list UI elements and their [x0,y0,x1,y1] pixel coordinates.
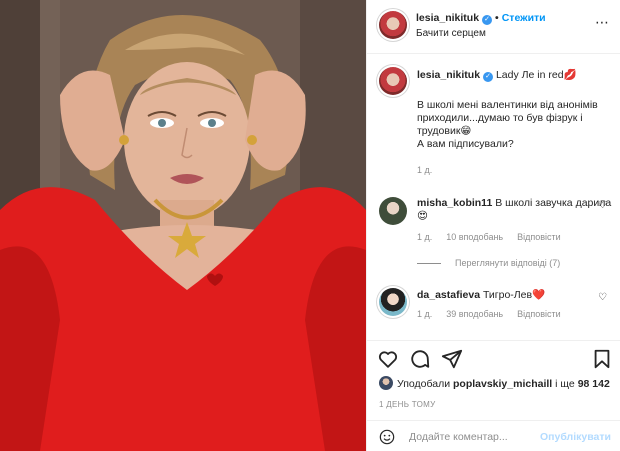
comment-meta: 1 д. 10 вподобань Відповісти [417,232,575,242]
bookmark-icon[interactable] [591,348,613,370]
likes-line: Уподобали poplavskiy_michaill і ще 98 14… [379,376,610,390]
comment-like-heart-icon[interactable]: ♡ [598,292,607,303]
publish-button[interactable]: Опублікувати [540,431,611,443]
liker-username[interactable]: poplavskiy_michaill [453,378,552,390]
author-subtitle[interactable]: Бачити серцем [416,28,486,39]
emoji-icon[interactable] [379,429,395,445]
comment-username[interactable]: da_astafieva [417,289,480,301]
author-avatar[interactable] [379,11,407,39]
comment-text: Тигро-Лев❤️ [482,289,546,301]
comment-icon[interactable] [409,348,431,370]
reply-button[interactable]: Відповісти [517,232,561,242]
likes-prefix: Уподобали [397,378,451,390]
post-photo[interactable] [0,0,366,451]
caption-body-2: А вам підписували? [417,138,514,150]
comment-username[interactable]: misha_kobin11 [417,197,492,209]
verified-icon: ✓ [483,72,494,82]
reply-button[interactable]: Відповісти [517,309,561,319]
comment-item: misha_kobin11 В школі завучка дарила😍 [417,197,612,223]
likes-count[interactable]: 98 142 [578,378,610,390]
caption-avatar[interactable] [379,67,407,95]
post-side-panel: lesia_nikituk ✓ • Стежити Бачити серцем ⋯ l… [366,0,620,451]
more-icon[interactable]: ⋯ [595,14,609,31]
header-author-line: lesia_nikituk ✓ • Стежити [416,12,546,25]
comment-input[interactable] [409,428,549,446]
add-comment-bar: Опублікувати [367,420,620,451]
comment-meta: 1 д. 39 вподобань Відповісти [417,309,575,319]
caption-title: Lady Ле in red💋 [495,69,577,81]
caption-time[interactable]: 1 д. [417,165,432,175]
caption-header: lesia_nikituk ✓ Lady Ле in red💋 [417,69,612,82]
comment-item: da_astafieva Тигро-Лев❤️ [417,289,612,302]
caption-username[interactable]: lesia_nikituk [417,69,480,81]
comment-avatar[interactable] [379,288,407,316]
verified-icon: ✓ [482,15,493,25]
action-bar [367,340,620,374]
separator-dot: • [495,12,499,24]
photo-illustration [0,0,366,451]
comments-list: lesia_nikituk ✓ Lady Ле in red💋 В школі м… [367,55,620,340]
post-time-ago[interactable]: 1 ДЕНЬ ТОМУ [379,400,435,409]
comment-likes[interactable]: 10 вподобань [446,232,503,242]
share-icon[interactable] [441,348,463,370]
caption-body: В школі мені валентинки від анонімів при… [417,99,598,137]
comment-avatar[interactable] [379,197,407,225]
comment-time[interactable]: 1 д. [417,232,432,242]
view-replies-button[interactable]: Переглянути відповіді (7) [417,258,560,268]
heart-icon[interactable] [377,348,399,370]
follow-button[interactable]: Стежити [502,12,546,24]
author-username[interactable]: lesia_nikituk [416,12,479,24]
likes-and: і ще [555,378,575,390]
liker-avatar[interactable] [379,376,393,390]
post-header: lesia_nikituk ✓ • Стежити Бачити серцем ⋯ [367,0,620,54]
comment-likes[interactable]: 39 вподобань [446,309,503,319]
comment-time[interactable]: 1 д. [417,309,432,319]
comment-like-heart-icon[interactable]: ♡ [598,200,607,211]
